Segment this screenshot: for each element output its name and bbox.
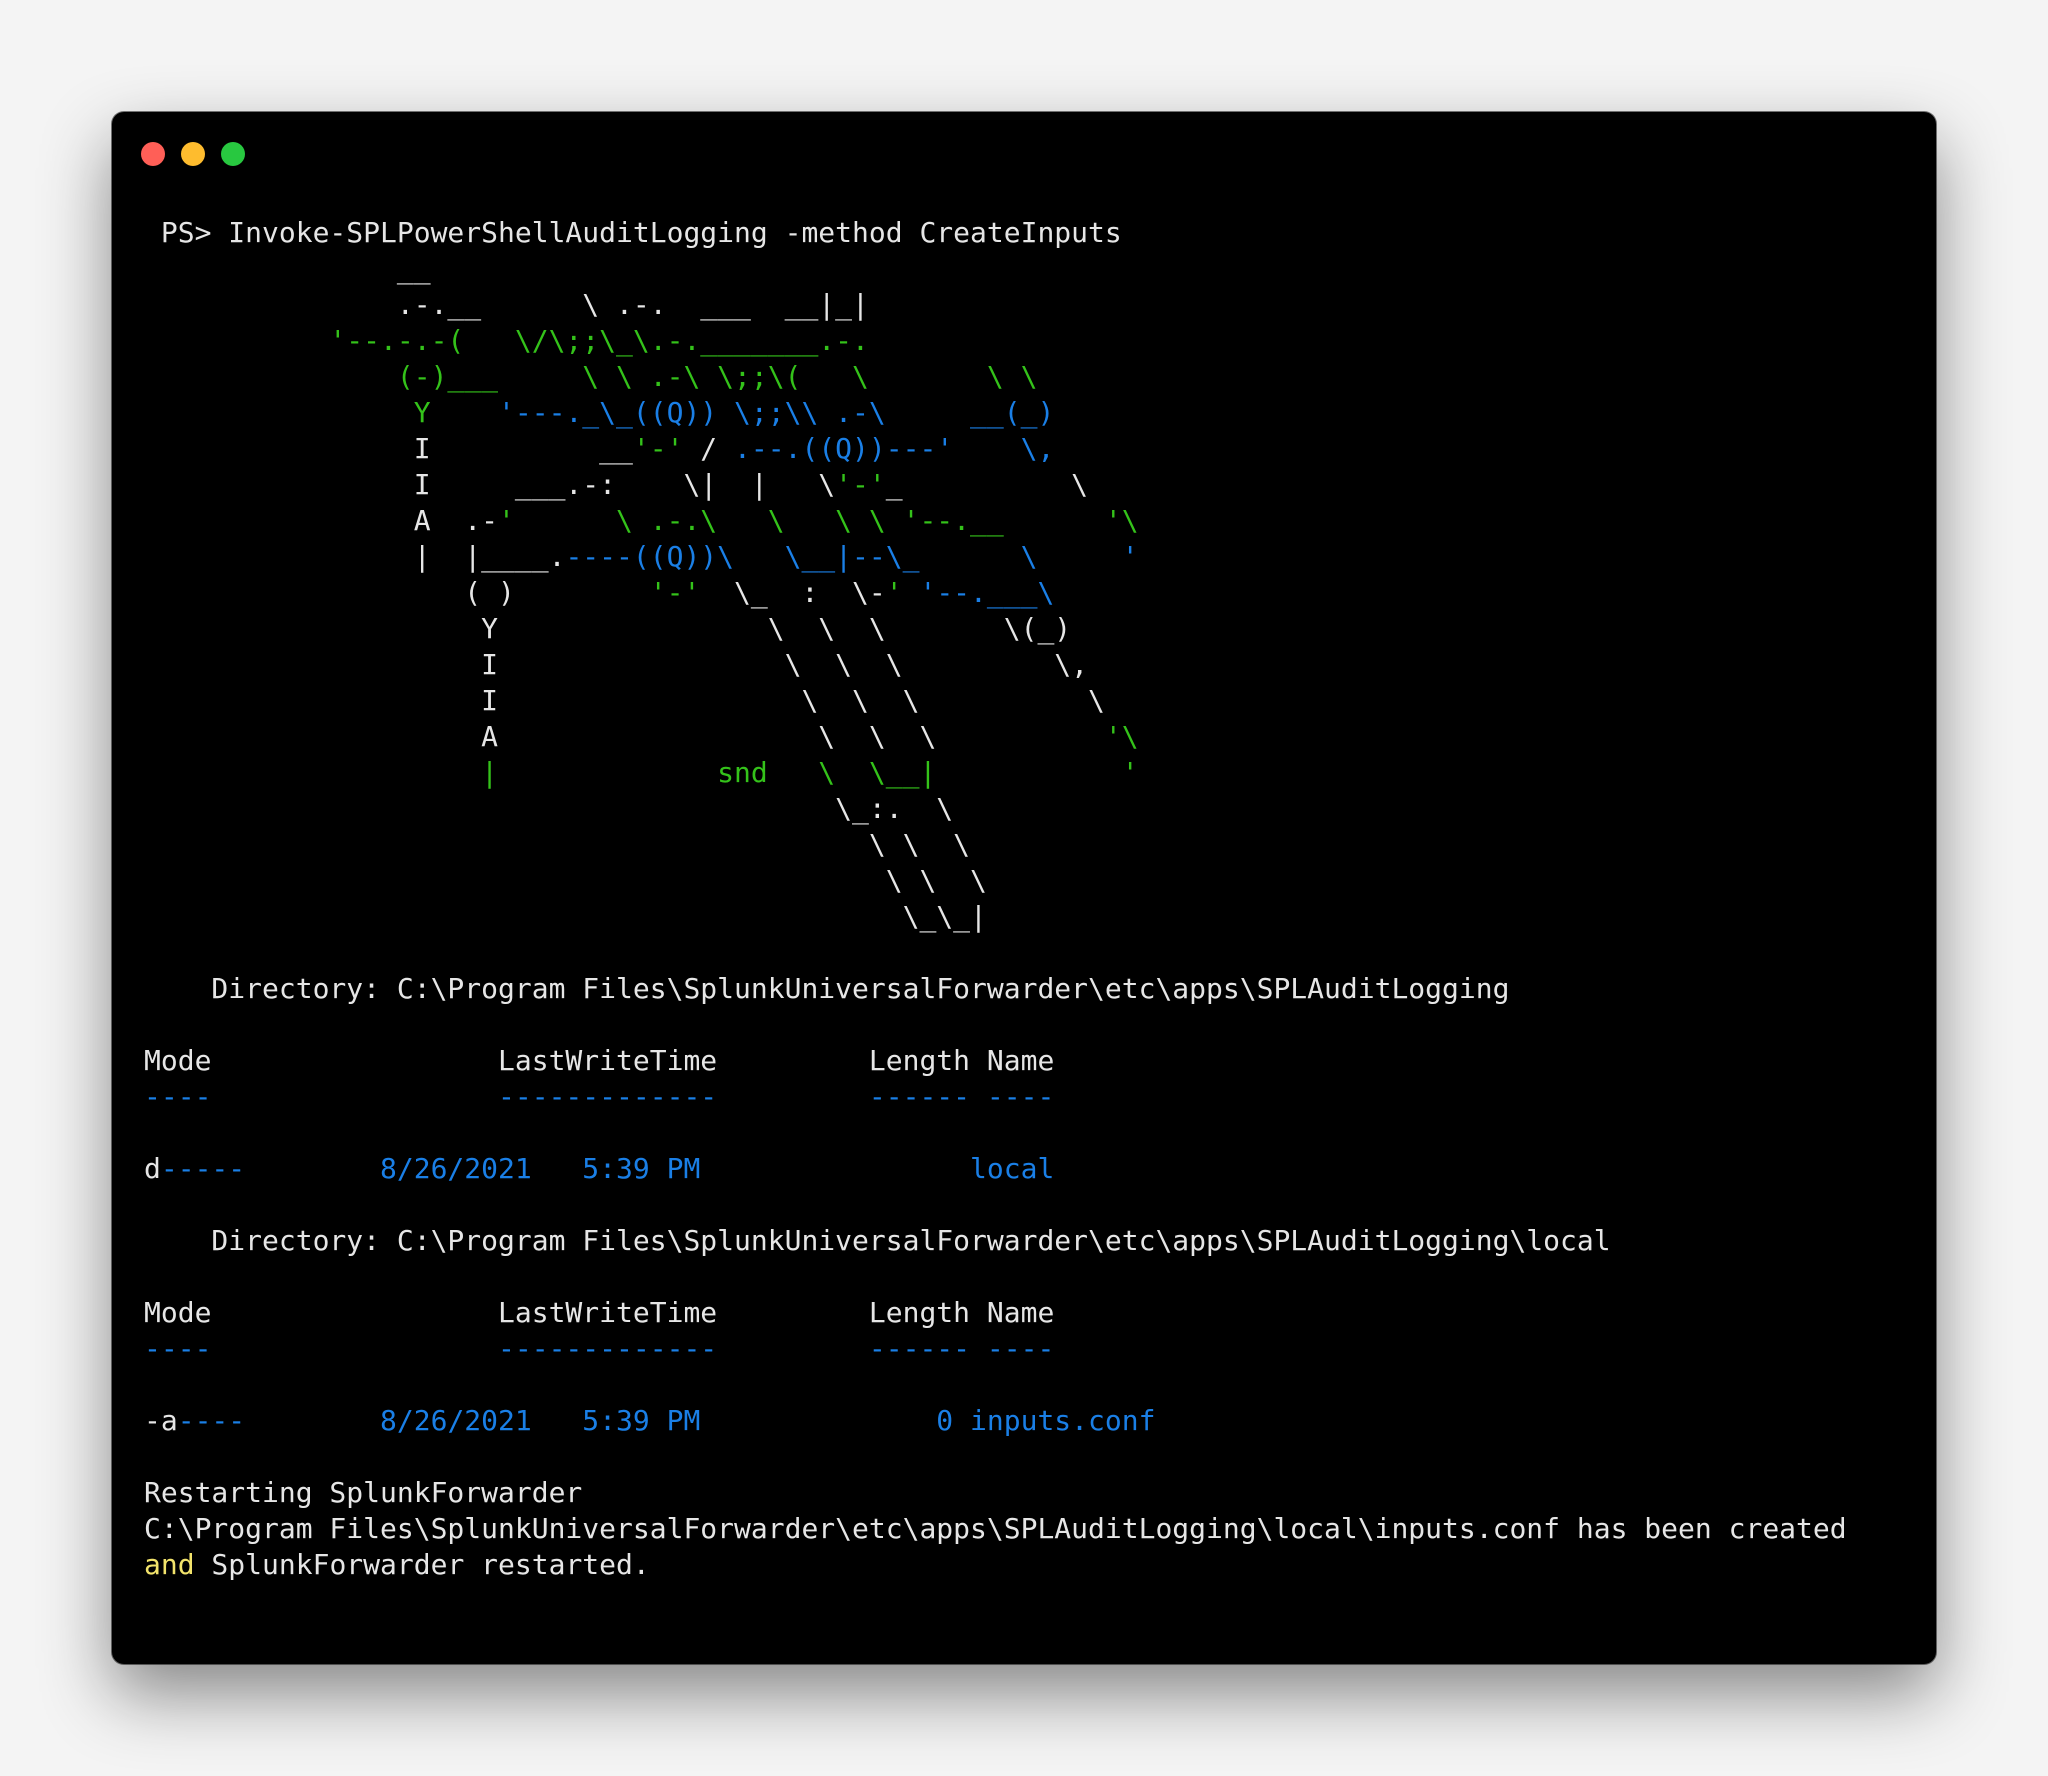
- terminal-text-segment: PS> Invoke-SPLPowerShellAuditLogging -me…: [144, 216, 1122, 249]
- terminal-text-segment: Mode LastWriteTime Length Name: [144, 1296, 1055, 1329]
- terminal-line: I ___.-: \| | \'-'_ \: [144, 467, 1916, 503]
- terminal-text-segment: '-': [632, 432, 684, 465]
- terminal-text-segment: Directory: C:\Program Files\SplunkUniver…: [144, 1224, 1611, 1257]
- terminal-text-segment: \_\_|: [144, 900, 987, 933]
- terminal-text-segment: '-': [649, 576, 701, 609]
- terminal-text-segment: ----((Q))\ \__|--\_ \ ': [565, 540, 1139, 573]
- terminal-line: Restarting SplunkForwarder: [144, 1475, 1916, 1511]
- terminal-text-segment: .--.((Q))---' \,: [734, 432, 1055, 465]
- terminal-line: and SplunkForwarder restarted.: [144, 1547, 1916, 1583]
- terminal-text-segment: -a: [144, 1404, 178, 1437]
- terminal-text-segment: and: [144, 1548, 195, 1581]
- terminal-line: -a---- 8/26/2021 5:39 PM 0 inputs.conf: [144, 1403, 1916, 1439]
- terminal-text-segment: .-.__ \ .-. ___ __|_|: [144, 288, 869, 321]
- terminal-line: C:\Program Files\SplunkUniversalForwarde…: [144, 1511, 1916, 1547]
- terminal-text-segment: '--.___\: [919, 576, 1055, 609]
- terminal-text-segment: Mode LastWriteTime Length Name: [144, 1044, 1055, 1077]
- terminal-line: \ \ \: [144, 863, 1916, 899]
- terminal-text-segment: ---- ------------- ------ ----: [144, 1080, 1055, 1113]
- terminal-text-segment: ' \ .-.\ \ \ \ '--.__ '\: [498, 504, 1139, 537]
- terminal-line: A \ \ \ '\: [144, 719, 1916, 755]
- terminal-text-segment: (-)___ \ \ .-\ \;;\( \ \ \: [144, 360, 1038, 393]
- terminal-text-segment: Y \ \ \ \(_): [144, 612, 1072, 645]
- terminal-line: (-)___ \ \ .-\ \;;\( \ \ \: [144, 359, 1916, 395]
- terminal-text-segment: \_ : \-: [700, 576, 886, 609]
- terminal-line: \_:. \: [144, 791, 1916, 827]
- terminal-line: I \ \ \ \,: [144, 647, 1916, 683]
- terminal-text-segment: \ \ \: [144, 864, 987, 897]
- terminal-text-segment: __: [144, 252, 431, 285]
- terminal-text-segment: SplunkForwarder restarted.: [194, 1548, 650, 1581]
- terminal-line: I \ \ \ \: [144, 683, 1916, 719]
- terminal-line: Directory: C:\Program Files\SplunkUniver…: [144, 1223, 1916, 1259]
- terminal-window: PS> Invoke-SPLPowerShellAuditLogging -me…: [112, 112, 1936, 1664]
- terminal-text-segment: I \ \ \ \,: [144, 648, 1089, 681]
- terminal-text-segment: Y: [144, 396, 499, 429]
- terminal-line: ( ) '-' \_ : \-' '--.___\: [144, 575, 1916, 611]
- terminal-line: Mode LastWriteTime Length Name: [144, 1043, 1916, 1079]
- terminal-text-segment: '\: [1104, 720, 1139, 753]
- terminal-line: d----- 8/26/2021 5:39 PM local: [144, 1151, 1916, 1187]
- terminal-line: A .-' \ .-.\ \ \ \ '--.__ '\: [144, 503, 1916, 539]
- terminal-text-segment: /: [683, 432, 735, 465]
- terminal-text-segment: I __: [144, 432, 633, 465]
- terminal-line: \ \ \: [144, 827, 1916, 863]
- terminal-line: .-.__ \ .-. ___ __|_|: [144, 287, 1916, 323]
- terminal-text-segment: ': [885, 576, 903, 609]
- terminal-text-segment: ( ): [144, 576, 650, 609]
- terminal-text-segment: A .-: [144, 504, 499, 537]
- terminal-line: Mode LastWriteTime Length Name: [144, 1295, 1916, 1331]
- terminal-text-segment: C:\Program Files\SplunkUniversalForwarde…: [144, 1512, 1847, 1545]
- terminal-text-segment: _ \: [885, 468, 1089, 501]
- terminal-text-segment: \ \ \: [144, 828, 971, 861]
- terminal-line: | |____.----((Q))\ \__|--\_ \ ': [144, 539, 1916, 575]
- terminal-text-segment: \_:. \: [144, 792, 954, 825]
- terminal-line: Directory: C:\Program Files\SplunkUniver…: [144, 971, 1916, 1007]
- terminal-text-segment: ---- 8/26/2021 5:39 PM 0 inputs.conf: [177, 1404, 1156, 1437]
- terminal-text-segment: Restarting SplunkForwarder: [144, 1476, 583, 1509]
- terminal-line: Y '---._\_((Q)) \;;\\ .-\ __(_): [144, 395, 1916, 431]
- terminal-text-segment: ---- ------------- ------ ----: [144, 1332, 1055, 1365]
- terminal-line: Y \ \ \ \(_): [144, 611, 1916, 647]
- terminal-text-segment: I \ \ \ \: [144, 684, 1105, 717]
- terminal-text-segment: ----- 8/26/2021 5:39 PM local: [160, 1152, 1055, 1185]
- terminal-line: | snd \ \__| ': [144, 755, 1916, 791]
- terminal-line: I __'-' / .--.((Q))---' \,: [144, 431, 1916, 467]
- terminal-line: ---- ------------- ------ ----: [144, 1331, 1916, 1367]
- close-window-button[interactable]: [141, 142, 165, 166]
- terminal-output[interactable]: PS> Invoke-SPLPowerShellAuditLogging -me…: [144, 215, 1916, 1583]
- terminal-text-segment: I ___.-: \| | \: [144, 468, 836, 501]
- terminal-line: '--.-.-( \/\;;\_\.-._______.-.: [144, 323, 1916, 359]
- minimize-window-button[interactable]: [181, 142, 205, 166]
- terminal-line: \_\_|: [144, 899, 1916, 935]
- terminal-text-segment: | snd \ \__| ': [144, 756, 1139, 789]
- terminal-text-segment: '---._\_((Q)) \;;\\ .-\ __(_): [498, 396, 1055, 429]
- terminal-text-segment: d: [144, 1152, 161, 1185]
- terminal-line: __: [144, 251, 1916, 287]
- terminal-line: PS> Invoke-SPLPowerShellAuditLogging -me…: [144, 215, 1916, 251]
- terminal-line: ---- ------------- ------ ----: [144, 1079, 1916, 1115]
- terminal-text-segment: | |____.: [144, 540, 566, 573]
- terminal-text-segment: '--.-.-( \/\;;\_\.-._______.-.: [144, 324, 869, 357]
- maximize-window-button[interactable]: [221, 142, 245, 166]
- terminal-text-segment: A \ \ \: [144, 720, 1105, 753]
- terminal-text-segment: Directory: C:\Program Files\SplunkUniver…: [144, 972, 1510, 1005]
- terminal-text-segment: '-': [835, 468, 886, 501]
